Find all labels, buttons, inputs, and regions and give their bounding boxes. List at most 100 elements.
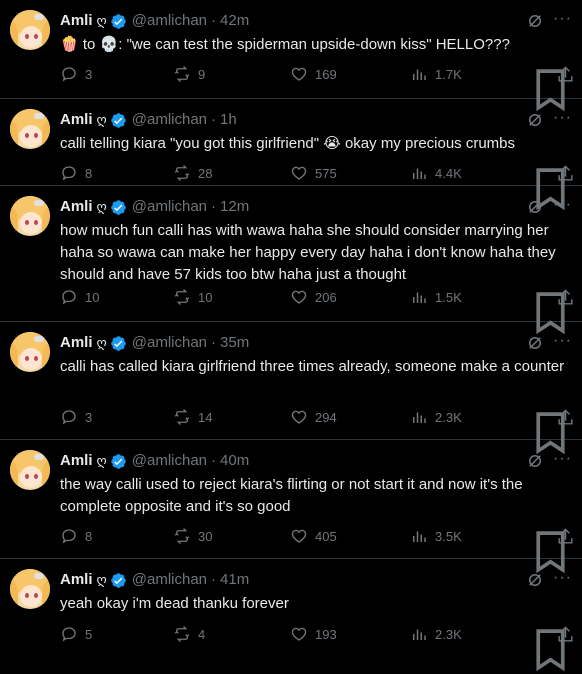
timestamp[interactable]: 1h — [220, 111, 237, 129]
reply-button[interactable]: 8 — [60, 164, 92, 182]
retweet-button[interactable]: 30 — [173, 527, 212, 545]
tweet[interactable]: Amli ღ @amlichan · 35m ··· calli has cal… — [0, 322, 582, 455]
more-options-icon[interactable]: ··· — [553, 196, 572, 214]
handle[interactable]: @amlichan — [132, 198, 207, 216]
grok-icon[interactable] — [526, 452, 544, 470]
share-icon[interactable] — [556, 408, 575, 427]
share-icon[interactable] — [556, 65, 575, 84]
action-bar: 3 9 169 1.7K — [60, 65, 575, 112]
action-bar: 8 28 575 4.4K — [60, 164, 575, 211]
grok-icon[interactable] — [526, 334, 544, 352]
like-button[interactable]: 169 — [290, 65, 337, 83]
timestamp[interactable]: 42m — [220, 12, 249, 30]
tweet[interactable]: Amli ღ @amlichan · 41m ··· yeah okay i'm… — [0, 559, 582, 672]
analytics-icon — [413, 629, 426, 640]
timestamp[interactable]: 35m — [220, 334, 249, 352]
views-button[interactable]: 2.3K — [410, 408, 462, 426]
reply-button[interactable]: 10 — [60, 288, 99, 306]
avatar[interactable] — [10, 196, 50, 236]
reply-button[interactable]: 5 — [60, 625, 92, 643]
avatar[interactable] — [10, 569, 50, 609]
like-button[interactable]: 294 — [290, 408, 337, 426]
reply-button[interactable]: 8 — [60, 527, 92, 545]
retweet-icon — [174, 528, 190, 544]
tweet[interactable]: Amli ღ @amlichan · 40m ··· the way calli… — [0, 440, 582, 574]
handle[interactable]: @amlichan — [132, 452, 207, 470]
tweet[interactable]: Amli ღ @amlichan · 42m ··· 🍿 to 💀: "we c… — [0, 0, 582, 112]
reply-button[interactable]: 3 — [60, 65, 92, 83]
views-button[interactable]: 1.5K — [410, 288, 462, 306]
retweet-button[interactable]: 28 — [173, 164, 212, 182]
views-button[interactable]: 2.3K — [410, 625, 462, 643]
grok-icon[interactable] — [526, 111, 544, 129]
more-options-icon[interactable]: ··· — [553, 109, 572, 127]
like-button[interactable]: 405 — [290, 527, 337, 545]
timestamp[interactable]: 12m — [220, 198, 249, 216]
views-button[interactable]: 1.7K — [410, 65, 462, 83]
grok-icon[interactable] — [526, 571, 544, 589]
display-name[interactable]: Amli — [60, 111, 93, 129]
tweet[interactable]: Amli ღ @amlichan · 12m ··· how much fun … — [0, 186, 582, 335]
handle[interactable]: @amlichan — [132, 334, 207, 352]
action-bar: 8 30 405 3.5K — [60, 527, 575, 574]
avatar[interactable] — [10, 332, 50, 372]
name-glyph: ღ — [96, 453, 107, 468]
grok-icon[interactable] — [526, 12, 544, 30]
display-name[interactable]: Amli — [60, 12, 93, 30]
display-name[interactable]: Amli — [60, 452, 93, 470]
handle[interactable]: @amlichan — [132, 12, 207, 30]
action-bar: 5 4 193 2.3K — [60, 625, 575, 672]
name-glyph: ღ — [96, 13, 107, 28]
tweet-text: yeah okay i'm dead thanku forever — [60, 595, 289, 612]
analytics-icon — [413, 69, 426, 80]
display-name[interactable]: Amli — [60, 334, 93, 352]
retweet-count: 28 — [198, 165, 213, 181]
timestamp[interactable]: 41m — [220, 571, 249, 589]
retweet-button[interactable]: 9 — [173, 65, 205, 83]
avatar[interactable] — [10, 10, 50, 50]
share-icon[interactable] — [556, 164, 575, 183]
like-count: 193 — [315, 626, 337, 642]
retweet-button[interactable]: 10 — [173, 288, 212, 306]
avatar[interactable] — [10, 450, 50, 490]
display-name[interactable]: Amli — [60, 198, 93, 216]
tweet-text: the way calli used to reject kiara's fli… — [60, 476, 527, 515]
share-icon[interactable] — [556, 527, 575, 546]
more-options-icon[interactable]: ··· — [553, 569, 572, 587]
reply-button[interactable]: 3 — [60, 408, 92, 426]
handle[interactable]: @amlichan — [132, 111, 207, 129]
more-options-icon[interactable]: ··· — [553, 10, 572, 28]
like-count: 206 — [315, 289, 337, 305]
tweet-text-part: : "we can test the spiderman upside-down… — [118, 36, 510, 53]
view-count: 2.3K — [435, 409, 462, 425]
more-options-icon[interactable]: ··· — [553, 450, 572, 468]
tweet-text: how much fun calli has with wawa haha sh… — [60, 222, 560, 283]
heart-icon — [291, 67, 307, 81]
like-button[interactable]: 575 — [290, 164, 337, 182]
grok-icon[interactable] — [526, 198, 544, 216]
tweet-feed: Amli ღ @amlichan · 42m ··· 🍿 to 💀: "we c… — [0, 0, 582, 672]
reply-count: 8 — [85, 528, 93, 544]
reply-icon — [62, 627, 76, 642]
like-button[interactable]: 193 — [290, 625, 337, 643]
retweet-button[interactable]: 14 — [173, 408, 212, 426]
avatar[interactable] — [10, 109, 50, 149]
retweet-icon — [174, 289, 190, 305]
retweet-count: 4 — [198, 626, 206, 642]
dot-separator: · — [211, 452, 217, 469]
like-button[interactable]: 206 — [290, 288, 337, 306]
share-icon[interactable] — [556, 288, 575, 307]
more-options-icon[interactable]: ··· — [553, 332, 572, 350]
retweet-count: 14 — [198, 409, 213, 425]
views-button[interactable]: 4.4K — [410, 164, 462, 182]
views-button[interactable]: 3.5K — [410, 527, 462, 545]
heart-icon — [291, 410, 307, 424]
tweet-emoji: 💀 — [99, 36, 119, 53]
share-icon[interactable] — [556, 625, 575, 644]
timestamp[interactable]: 40m — [220, 452, 249, 470]
tweet[interactable]: Amli ღ @amlichan · 1h ··· calli telling … — [0, 99, 582, 211]
tweet-text: calli telling kiara "you got this girlfr… — [60, 135, 516, 152]
display-name[interactable]: Amli — [60, 571, 93, 589]
retweet-button[interactable]: 4 — [173, 625, 205, 643]
handle[interactable]: @amlichan — [132, 571, 207, 589]
